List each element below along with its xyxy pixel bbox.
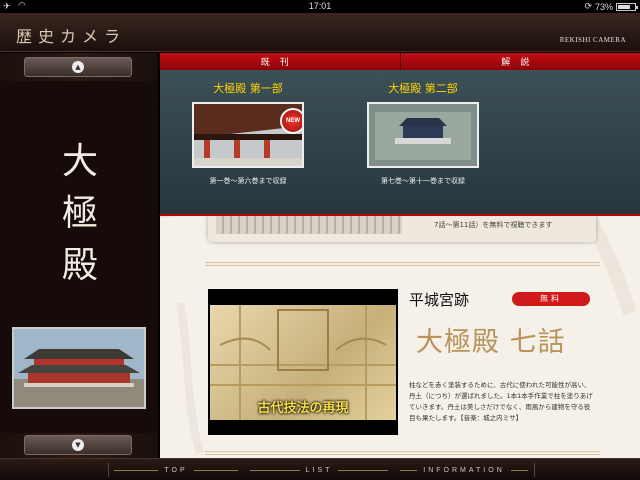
tab-commentary[interactable]: 解説 <box>399 53 640 70</box>
episode-description: 柱などを赤く塗装するために、古代に使われた可能性が高い、丹土（につち）が選ばれま… <box>409 381 593 422</box>
book-item[interactable]: 大極殿 第一部 NEW 第一巻〜第六巻まで収録 <box>175 70 321 186</box>
up-arrow-icon: ▲ <box>72 61 84 73</box>
episode-title: 大極殿 七話 <box>416 327 566 358</box>
video-caption: 古代技法の再現 <box>257 401 349 416</box>
nav-top[interactable]: TOP <box>108 459 244 480</box>
sidebar-title-char: 大 <box>61 141 98 182</box>
nav-information-label: INFORMATION <box>423 466 505 474</box>
book-range: 第七巻〜第十一巻まで収録 <box>381 177 465 185</box>
episode-location: 平城宮跡 <box>409 291 470 309</box>
book-cover[interactable] <box>367 102 479 168</box>
nav-top-label: TOP <box>164 466 188 474</box>
book-cover[interactable]: NEW <box>192 102 304 168</box>
new-badge: NEW <box>280 108 302 134</box>
rotation-lock-icon: ⟳ <box>584 1 592 11</box>
status-time: 17:01 <box>308 1 332 11</box>
scroll-down-button[interactable]: ▼ <box>24 435 132 455</box>
battery-percent: 73% <box>594 1 613 12</box>
bottom-navigation: TOP LIST INFORMATION <box>0 458 640 480</box>
sidebar-title-char: 殿 <box>61 245 98 286</box>
brand-label: REKISHI CAMERA <box>559 36 626 44</box>
book-range: 第一巻〜第六巻まで収録 <box>209 177 287 185</box>
battery-icon <box>616 2 638 11</box>
episode-video[interactable]: 古代技法の再現 <box>208 289 398 435</box>
video-frame: 古代技法の再現 <box>210 305 396 420</box>
app-header: 歴史カメラ REKISHI CAMERA <box>0 13 640 52</box>
app-title: 歴史カメラ <box>16 27 127 46</box>
nav-list[interactable]: LIST <box>244 459 394 480</box>
sidebar-title: 大 極 殿 <box>60 136 100 292</box>
published-books-popup: 大極殿 第一部 NEW 第一巻〜第六巻まで収録 大極殿 第二部 第七巻〜第十一巻… <box>160 70 640 216</box>
scroll-up-button[interactable]: ▲ <box>24 57 132 77</box>
tab-bar: 既刊 解説 <box>160 53 640 70</box>
sidebar-title-char: 極 <box>61 193 98 234</box>
episode-card-partial[interactable]: 7話〜第11話）を無料で視聴できます <box>208 212 596 242</box>
sidebar-thumbnail[interactable] <box>12 327 146 409</box>
divider <box>205 262 600 266</box>
cover-image <box>369 104 477 166</box>
status-bar: ✈ ◠ 17:01 ⟳ 73% <box>0 0 640 13</box>
book-title: 大極殿 第一部 <box>213 82 283 95</box>
divider <box>205 451 600 455</box>
palace-photo <box>14 329 144 407</box>
sidebar: ▲ 大 極 殿 ▼ <box>0 53 158 458</box>
nav-information[interactable]: INFORMATION <box>394 459 534 480</box>
price-badge: 無料 <box>512 292 590 306</box>
sidebar-title-panel: 大 極 殿 <box>0 81 158 433</box>
tab-published[interactable]: 既刊 <box>160 53 400 70</box>
card-thumbnail <box>216 216 402 234</box>
card-text: 7話〜第11話）を無料で視聴できます <box>434 221 553 229</box>
down-arrow-icon: ▼ <box>72 439 84 451</box>
book-item[interactable]: 大極殿 第二部 第七巻〜第十一巻まで収録 <box>350 70 496 186</box>
nav-list-label: LIST <box>305 466 333 474</box>
nav-divider <box>534 463 535 477</box>
book-title: 大極殿 第二部 <box>388 82 458 95</box>
